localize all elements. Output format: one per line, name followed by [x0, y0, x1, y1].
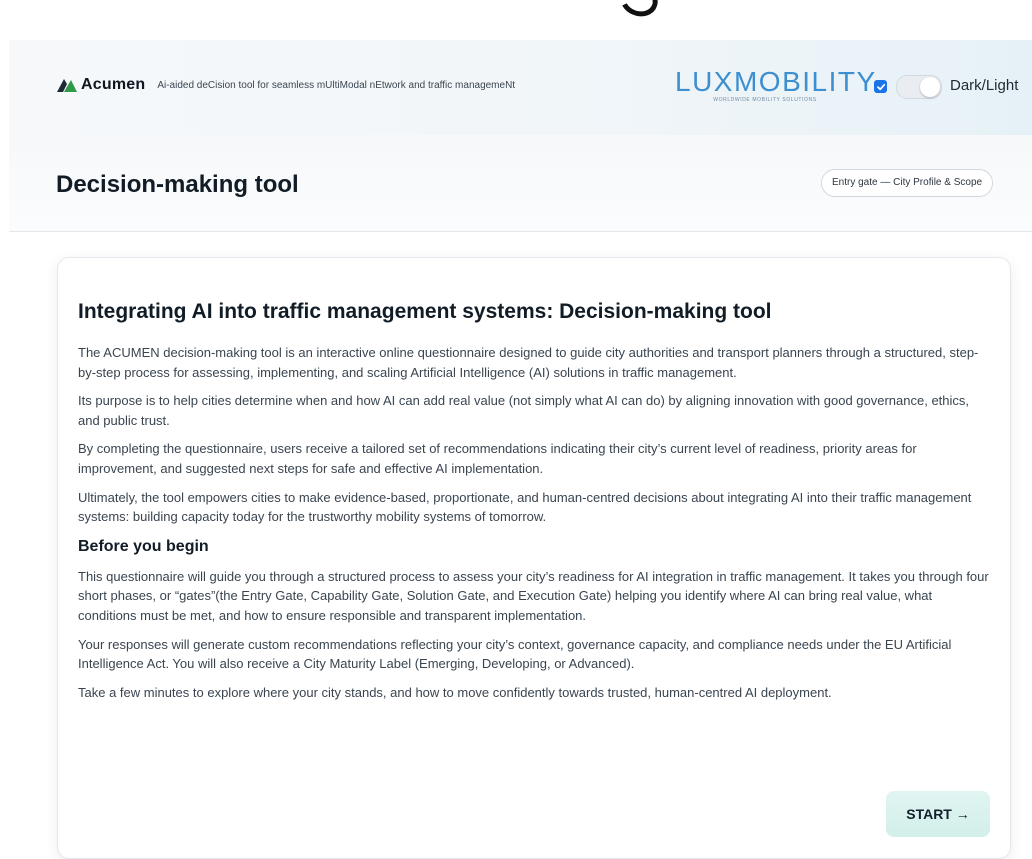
card-title: Integrating AI into traffic management s…: [78, 300, 772, 323]
top-cropped-graphic: [600, 0, 670, 22]
luxmobility-tagline: WORLDWIDE MOBILITY SOLUTIONS: [713, 97, 817, 103]
page-header: Decision-making tool Entry gate — City P…: [9, 135, 1032, 232]
brand-name: Acumen: [81, 76, 146, 93]
app-header: Acumen Ai-aided deCision tool for seamle…: [9, 40, 1032, 135]
header-checkbox[interactable]: [874, 80, 887, 93]
page-title: Decision-making tool: [56, 171, 299, 198]
start-button[interactable]: START →: [886, 791, 990, 837]
intro-content: Integrating AI into traffic management s…: [78, 298, 990, 711]
intro-card: Integrating AI into traffic management s…: [57, 257, 1011, 859]
intro-paragraph: The ACUMEN decision-making tool is an in…: [78, 345, 979, 380]
brand[interactable]: Acumen Ai-aided deCision tool for seamle…: [57, 76, 515, 94]
luxmobility-logo: LUXMOBILITY WORLDWIDE MOBILITY SOLUTIONS: [675, 66, 877, 104]
before-you-begin-heading: Before you begin: [78, 537, 209, 555]
gate-badge: Entry gate — City Profile & Scope: [821, 169, 994, 197]
checkmark-icon: [876, 83, 885, 90]
luxmobility-wordmark: LUXMOBILITY: [675, 66, 877, 97]
toggle-knob: [920, 77, 940, 97]
theme-toggle-label: Dark/Light: [950, 77, 1019, 94]
before-paragraph: Your responses will generate custom reco…: [78, 636, 952, 672]
brand-tagline: Ai-aided deCision tool for seamless mUlt…: [157, 79, 516, 91]
intro-paragraph: Its purpose is to help cities determine …: [78, 393, 970, 428]
theme-toggle[interactable]: [896, 75, 942, 99]
before-paragraph: This questionnaire will guide you throug…: [78, 568, 989, 623]
intro-paragraph: Ultimately, the tool empowers cities to …: [78, 489, 972, 525]
intro-paragraph: By completing the questionnaire, users r…: [78, 441, 917, 476]
acumen-logo-icon: [57, 79, 77, 92]
before-paragraph: Take a few minutes to explore where your…: [78, 684, 832, 700]
